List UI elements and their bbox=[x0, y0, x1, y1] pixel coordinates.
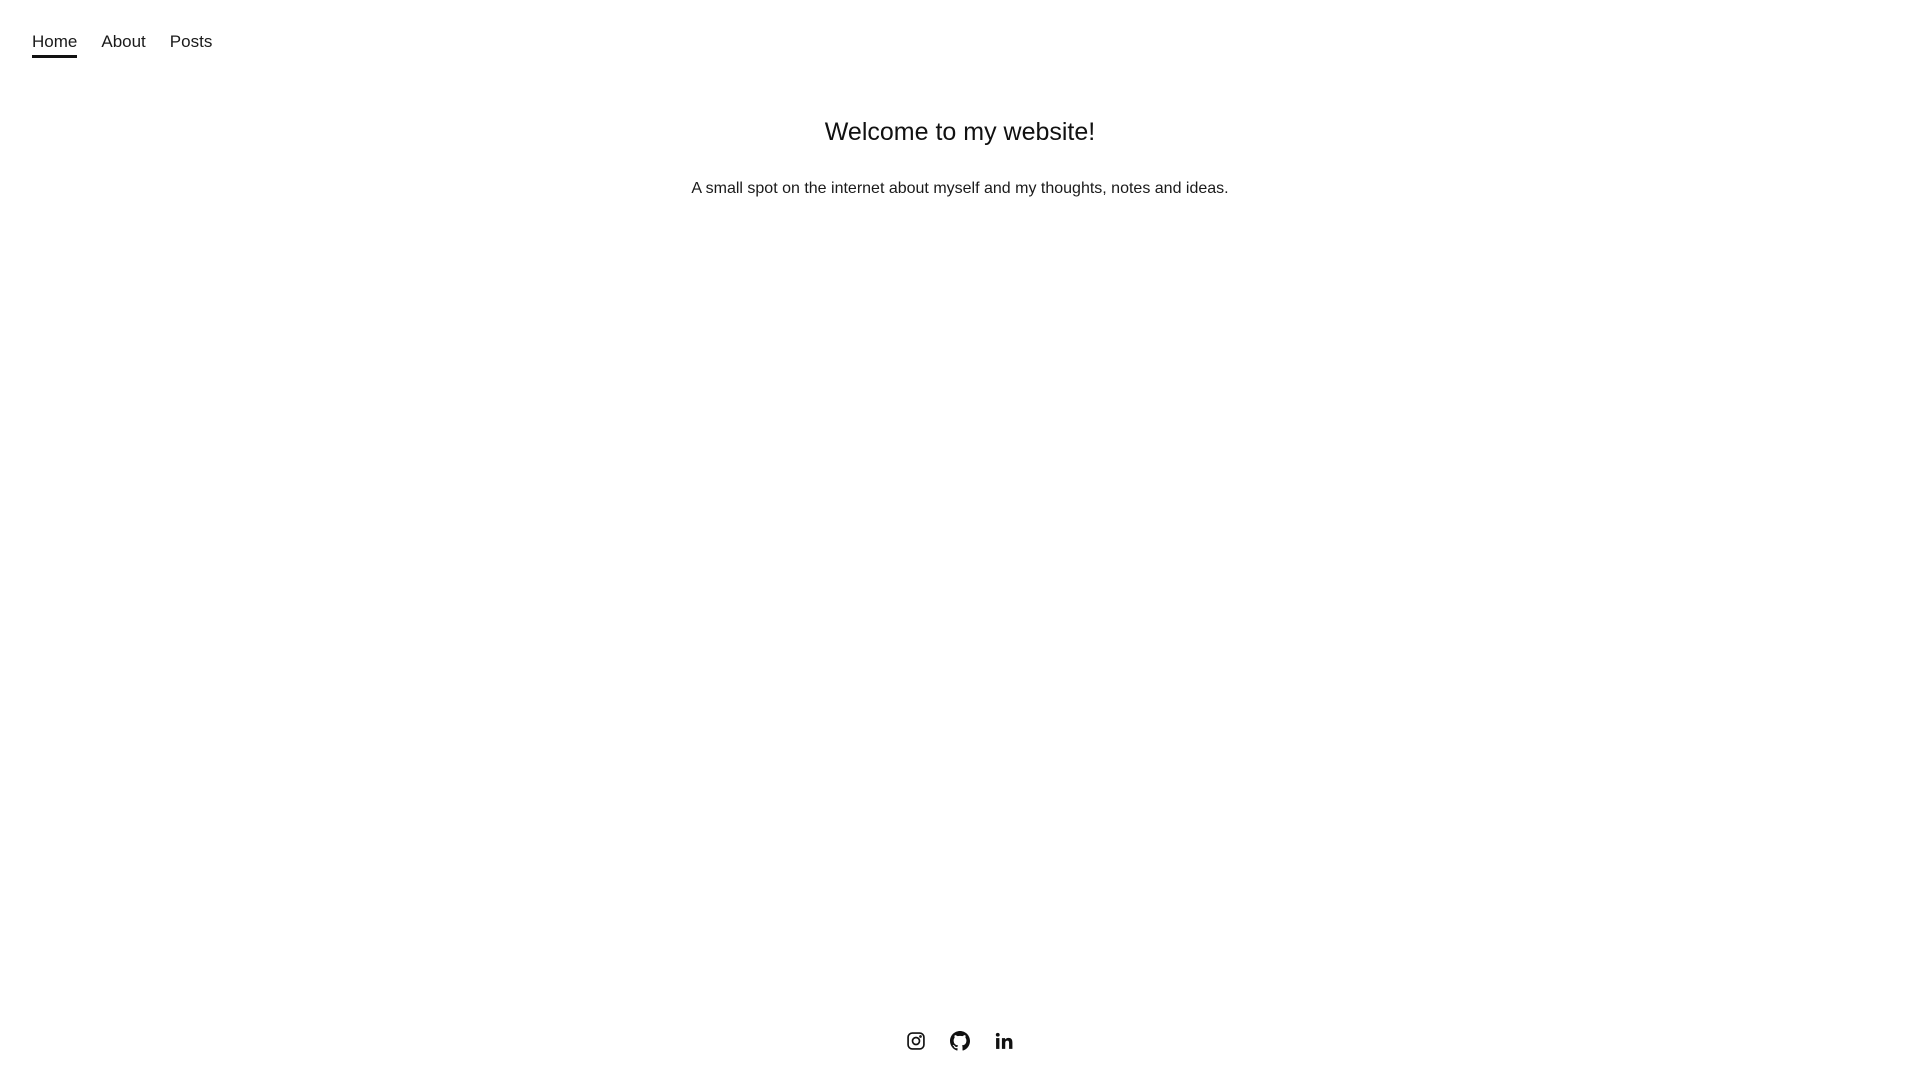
nav-link-about[interactable]: About bbox=[101, 31, 145, 58]
github-link[interactable] bbox=[950, 1031, 970, 1051]
top-nav: Home About Posts bbox=[32, 31, 212, 58]
social-links bbox=[0, 1031, 1920, 1051]
linkedin-link[interactable] bbox=[994, 1031, 1014, 1051]
nav-link-posts[interactable]: Posts bbox=[170, 31, 213, 58]
nav-link-home[interactable]: Home bbox=[32, 31, 78, 58]
page-subtitle: A small spot on the internet about mysel… bbox=[691, 180, 1229, 197]
github-icon bbox=[950, 1031, 970, 1051]
page: Home About Posts Welcome to my website! … bbox=[0, 0, 1920, 1080]
linkedin-icon bbox=[995, 1032, 1013, 1049]
page-title: Welcome to my website! bbox=[824, 118, 1096, 146]
hero-section: Welcome to my website! A small spot on t… bbox=[0, 116, 1920, 200]
instagram-link[interactable] bbox=[906, 1031, 926, 1051]
instagram-icon bbox=[907, 1032, 925, 1050]
